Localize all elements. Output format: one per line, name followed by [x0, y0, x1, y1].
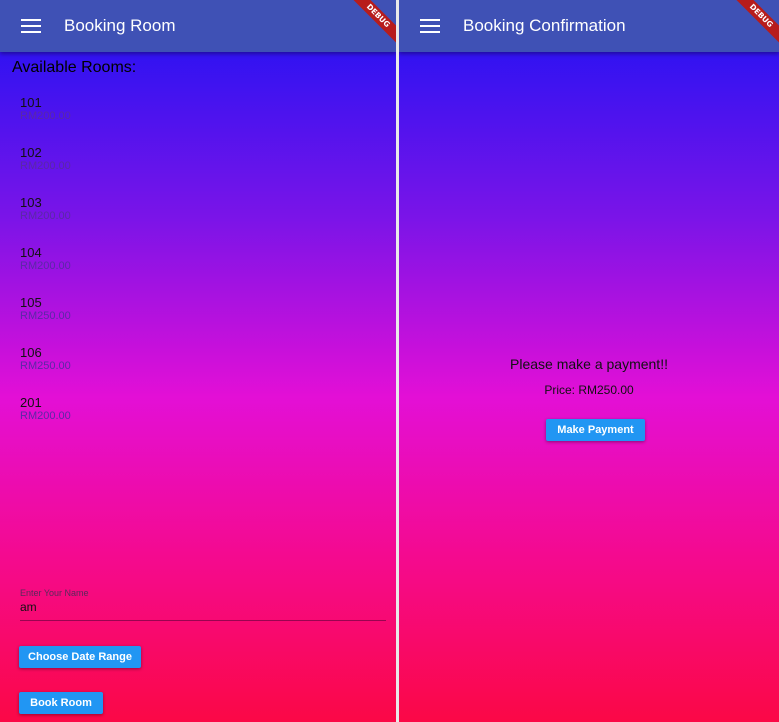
room-price: RM200.00 [20, 210, 71, 222]
app-bar: Booking Room DEBUG [0, 0, 396, 52]
debug-banner: DEBUG [336, 0, 396, 60]
debug-label: DEBUG [348, 0, 396, 46]
payment-price: Price: RM250.00 [544, 383, 634, 397]
debug-label: DEBUG [731, 0, 779, 46]
room-number: 101 [20, 95, 42, 110]
room-number: 201 [20, 395, 42, 410]
room-number: 105 [20, 295, 42, 310]
book-room-button[interactable]: Book Room [19, 692, 103, 714]
rooms-list: 101 RM200.00 102 RM200.00 103 RM200.00 1… [20, 96, 71, 446]
room-item-101[interactable]: 101 RM200.00 [20, 96, 71, 146]
app-bar-title: Booking Room [64, 16, 176, 35]
room-price: RM200.00 [20, 410, 71, 422]
payment-prompt: Please make a payment!! Price: RM250.00 [399, 356, 779, 397]
room-item-102[interactable]: 102 RM200.00 [20, 146, 71, 196]
room-number: 103 [20, 195, 42, 210]
payment-message: Please make a payment!! [510, 356, 668, 372]
room-number: 106 [20, 345, 42, 360]
name-input[interactable]: Enter Your Name am [20, 588, 386, 621]
room-price: RM200.00 [20, 260, 71, 272]
room-price: RM200.00 [20, 160, 71, 172]
room-item-201[interactable]: 201 RM200.00 [20, 396, 71, 446]
room-price: RM250.00 [20, 310, 71, 322]
make-payment-button[interactable]: Make Payment [546, 419, 645, 441]
room-number: 104 [20, 245, 42, 260]
choose-date-range-button[interactable]: Choose Date Range [19, 646, 141, 668]
room-item-105[interactable]: 105 RM250.00 [20, 296, 71, 346]
app-bar-title: Booking Confirmation [463, 16, 626, 35]
menu-icon[interactable] [21, 19, 41, 33]
room-price: RM250.00 [20, 360, 71, 372]
name-input-label: Enter Your Name [20, 588, 89, 598]
room-item-103[interactable]: 103 RM200.00 [20, 196, 71, 246]
room-price: RM200.00 [20, 110, 71, 122]
booking-confirmation-screen: Booking Confirmation DEBUG Please make a… [399, 0, 779, 722]
menu-icon[interactable] [420, 19, 440, 33]
app-bar: Booking Confirmation DEBUG [399, 0, 779, 52]
rooms-heading: Available Rooms: [12, 59, 137, 76]
debug-banner: DEBUG [719, 0, 779, 60]
booking-room-screen: Booking Room DEBUG Available Rooms: 101 … [0, 0, 396, 722]
name-input-value[interactable]: am [20, 600, 386, 614]
room-item-106[interactable]: 106 RM250.00 [20, 346, 71, 396]
room-item-104[interactable]: 104 RM200.00 [20, 246, 71, 296]
room-number: 102 [20, 145, 42, 160]
